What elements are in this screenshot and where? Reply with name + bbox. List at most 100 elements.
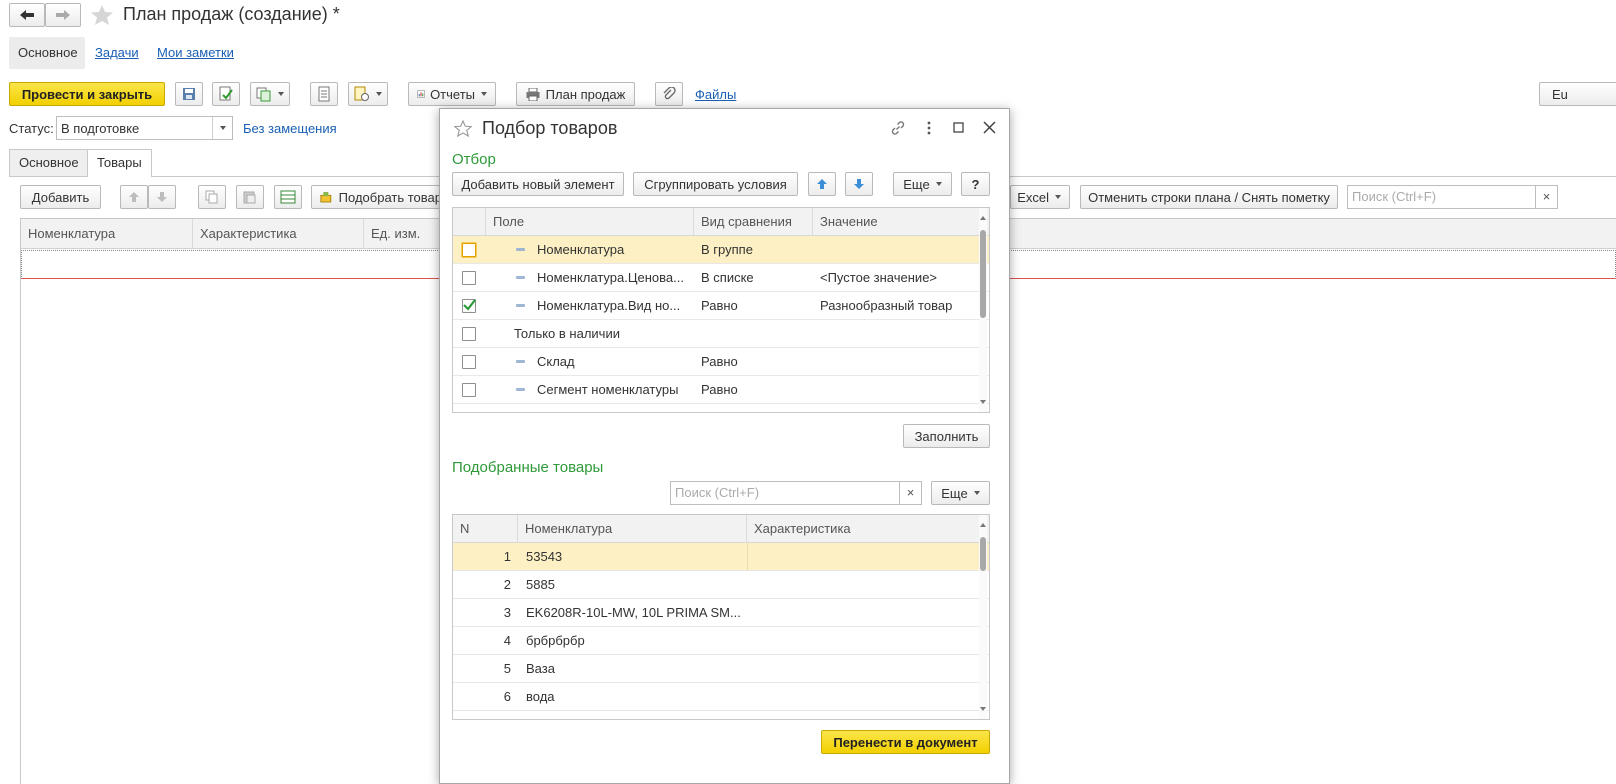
more-vertical-icon[interactable] [923,121,935,135]
more-actions-button[interactable]: Eu [1539,82,1616,106]
filter-more-button[interactable]: Еще [893,172,952,196]
selected-search-input[interactable]: Поиск (Ctrl+F) × [670,481,922,505]
filter-field-cell: Только в наличии [514,326,620,341]
selected-row[interactable]: 5 Ваза [453,655,989,683]
checkmark-icon [463,299,476,311]
filter-move-down-button[interactable] [845,172,873,196]
print-sales-plan-label: План продаж [545,86,626,102]
selected-row[interactable]: 4 брбрбрбр [453,627,989,655]
filter-row[interactable]: Только в наличии [453,320,989,348]
copy-row-button[interactable] [198,185,226,209]
selected-n-cell: 1 [503,549,511,564]
selected-row[interactable]: 2 5885 [453,571,989,599]
filter-checkbox[interactable] [462,299,476,313]
favorite-star-icon[interactable] [454,120,472,137]
selected-col-nomenclature[interactable]: Номенклатура [518,515,747,543]
scroll-thumb[interactable] [980,230,986,318]
status-label: Статус: [9,121,54,136]
filter-scrollbar[interactable] [979,208,987,412]
excel-label: Excel [1017,189,1049,205]
filter-col-value[interactable]: Значение [813,208,979,236]
goods-search-input[interactable]: Поиск (Ctrl+F) × [1347,185,1558,209]
save-button[interactable] [175,82,203,106]
filter-checkbox[interactable] [462,271,476,285]
attach-button[interactable] [655,82,683,106]
reports-label: Отчеты [430,86,475,102]
goods-col-characteristic[interactable]: Характеристика [193,219,364,249]
back-button[interactable] [9,3,45,27]
create-based-on-button[interactable] [250,82,290,106]
filter-row[interactable]: Номенклатура.Ценова... В списке <Пустое зн… [453,264,989,292]
selected-row[interactable]: 6 вода [453,683,989,711]
filter-col-field[interactable]: Поле [486,208,694,236]
filter-col-comparison[interactable]: Вид сравнения [694,208,813,236]
paste-row-button[interactable] [236,185,264,209]
group-conditions-button[interactable]: Сгруппировать условия [633,172,798,196]
filter-checkbox[interactable] [462,383,476,397]
print-sales-plan-button[interactable]: План продаж [516,82,635,106]
transfer-to-document-button[interactable]: Перенести в документ [821,730,990,754]
filter-checkbox[interactable] [462,327,476,341]
filter-move-up-button[interactable] [808,172,836,196]
form-tab-main[interactable]: Основное [9,149,89,176]
favorite-star-icon[interactable] [90,4,114,26]
form-tab-goods[interactable]: Товары [87,149,152,177]
goods-col-nomenclature[interactable]: Номенклатура [21,219,193,249]
selected-row[interactable]: 1 53543 [453,543,989,571]
document-gear-icon [354,86,369,101]
help-button[interactable]: ? [961,172,990,196]
maximize-icon[interactable] [953,122,965,134]
pick-goods-icon [320,191,332,203]
clear-selected-search-button[interactable]: × [899,482,921,504]
add-new-element-button[interactable]: Добавить новый элемент [452,172,624,196]
filter-field-cell: Номенклатура.Вид но... [537,298,681,313]
excel-button[interactable]: Excel [1010,185,1070,209]
filter-row[interactable]: Склад Равно [453,348,989,376]
fill-button[interactable]: Заполнить [903,424,990,448]
move-up-button[interactable] [120,185,148,209]
filter-table: Поле Вид сравнения Значение Номенклатура… [452,207,990,413]
dialog-title: Подбор товаров [482,118,618,138]
close-icon[interactable] [983,121,996,134]
tab-notes[interactable]: Мои заметки [157,45,234,60]
status-dropdown-button[interactable] [212,117,232,139]
scroll-thumb[interactable] [980,537,986,571]
structure-button[interactable] [310,82,338,106]
filter-row[interactable]: Сегмент номенклатуры Равно [453,376,989,404]
print-forms-button[interactable] [348,82,388,106]
filter-value-cell [820,376,975,404]
chevron-down-icon [376,92,382,96]
selected-col-characteristic[interactable]: Характеристика [747,515,979,543]
reports-button[interactable]: Отчеты [408,82,496,106]
scroll-down-icon[interactable] [980,707,986,711]
link-icon[interactable] [890,120,906,136]
add-row-button[interactable]: Добавить [20,185,101,209]
filter-row[interactable]: Номенклатура.Вид но... Равно Разнообразный… [453,292,989,320]
filter-row[interactable]: Номенклатура В группе [453,236,989,264]
clear-search-button[interactable]: × [1535,186,1557,208]
filter-checkbox[interactable] [462,355,476,369]
status-select[interactable]: В подготовке [56,116,233,140]
more-actions-label: Eu [1552,86,1568,102]
scroll-up-icon[interactable] [980,523,986,527]
selected-char-cell [747,571,977,599]
filter-comparison-cell [701,320,811,348]
scroll-up-icon[interactable] [980,216,986,220]
selected-row[interactable]: 3 EK6208R-10L-MW, 10L PRIMA SM... [453,599,989,627]
replacement-link[interactable]: Без замещения [243,121,337,136]
filter-checkbox[interactable] [462,243,476,257]
post-and-close-button[interactable]: Провести и закрыть [9,82,165,106]
selected-col-n[interactable]: N [453,515,518,543]
files-link[interactable]: Файлы [695,87,736,102]
scroll-down-icon[interactable] [980,400,986,404]
selected-more-button[interactable]: Еще [931,481,990,505]
tab-tasks[interactable]: Задачи [95,45,139,60]
cancel-plan-rows-button[interactable]: Отменить строки плана / Снять пометку [1080,185,1338,209]
fill-table-button[interactable] [274,185,302,209]
post-button[interactable] [212,82,240,106]
forward-button[interactable] [45,3,81,27]
selected-scrollbar[interactable] [979,515,987,719]
pick-goods-button[interactable]: Подобрать товар [311,185,451,209]
move-down-button[interactable] [148,185,176,209]
goods-col-unit[interactable]: Ед. изм. [364,219,444,249]
